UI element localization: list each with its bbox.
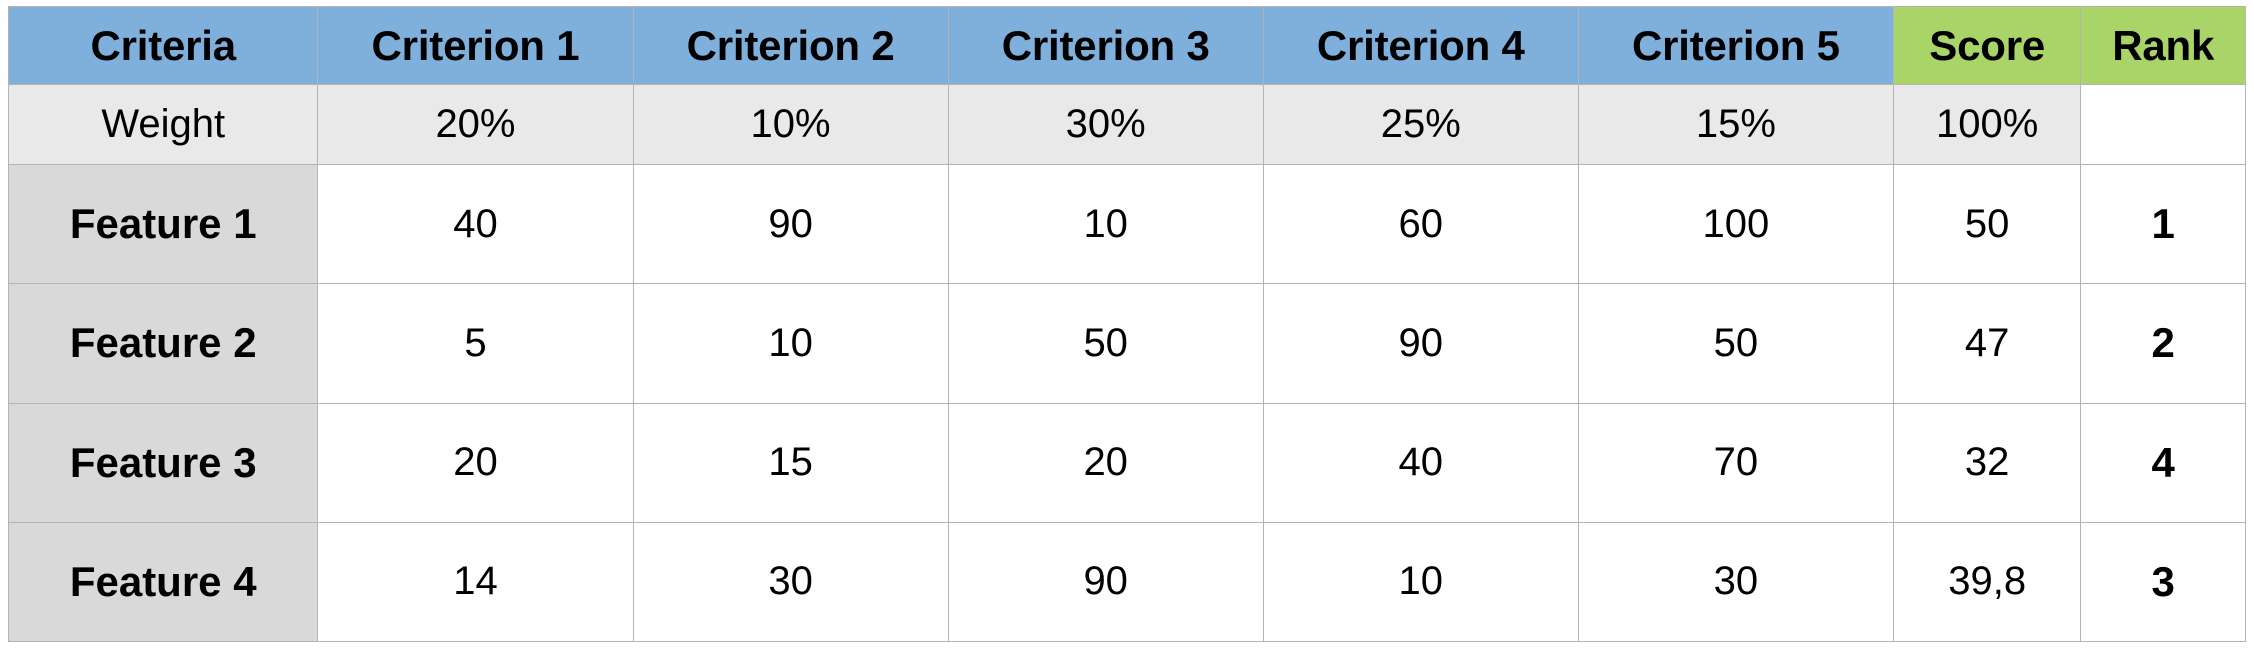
- cell-feature-2-criterion-3[interactable]: 50: [947, 283, 1264, 404]
- table-body: Weight 20% 10% 30% 25% 15% 100% Feature …: [7, 83, 2246, 643]
- weight-rank-empty: [2080, 83, 2246, 166]
- cell-feature-3-rank[interactable]: 4: [2080, 402, 2246, 523]
- cell-feature-1-criterion-1[interactable]: 40: [317, 164, 634, 285]
- row-label-feature-1: Feature 1: [7, 164, 319, 285]
- weight-criterion-5[interactable]: 15%: [1577, 83, 1894, 166]
- cell-feature-4-criterion-5[interactable]: 30: [1577, 521, 1894, 643]
- cell-feature-4-criterion-2[interactable]: 30: [632, 521, 949, 643]
- row-label-feature-2: Feature 2: [7, 283, 319, 404]
- column-header-criterion-3[interactable]: Criterion 3: [947, 6, 1264, 85]
- cell-feature-1-score[interactable]: 50: [1892, 164, 2082, 285]
- cell-feature-3-criterion-4[interactable]: 40: [1262, 402, 1579, 523]
- weight-criterion-3[interactable]: 30%: [947, 83, 1264, 166]
- cell-feature-4-rank[interactable]: 3: [2080, 521, 2246, 643]
- table-container: Criteria Criterion 1 Criterion 2 Criteri…: [0, 0, 2254, 650]
- column-header-criterion-5[interactable]: Criterion 5: [1577, 6, 1894, 85]
- cell-feature-3-criterion-2[interactable]: 15: [632, 402, 949, 523]
- weight-row-label: Weight: [7, 83, 319, 166]
- weight-row: Weight 20% 10% 30% 25% 15% 100%: [7, 83, 2246, 166]
- cell-feature-3-criterion-1[interactable]: 20: [317, 402, 634, 523]
- column-header-score[interactable]: Score: [1892, 6, 2082, 85]
- cell-feature-2-criterion-5[interactable]: 50: [1577, 283, 1894, 404]
- cell-feature-4-score[interactable]: 39,8: [1892, 521, 2082, 643]
- table-row: Feature 1 40 90 10 60 100 50 1: [7, 164, 2246, 285]
- cell-feature-1-rank[interactable]: 1: [2080, 164, 2246, 285]
- cell-feature-3-score[interactable]: 32: [1892, 402, 2082, 523]
- cell-feature-3-criterion-5[interactable]: 70: [1577, 402, 1894, 523]
- cell-feature-4-criterion-4[interactable]: 10: [1262, 521, 1579, 643]
- weight-total[interactable]: 100%: [1892, 83, 2082, 166]
- scoring-table: Criteria Criterion 1 Criterion 2 Criteri…: [7, 6, 2246, 643]
- cell-feature-2-score[interactable]: 47: [1892, 283, 2082, 404]
- weight-criterion-4[interactable]: 25%: [1262, 83, 1579, 166]
- row-label-feature-3: Feature 3: [7, 402, 319, 523]
- column-header-criterion-2[interactable]: Criterion 2: [632, 6, 949, 85]
- cell-feature-2-criterion-1[interactable]: 5: [317, 283, 634, 404]
- column-header-rank[interactable]: Rank: [2080, 6, 2246, 85]
- table-row: Feature 2 5 10 50 90 50 47 2: [7, 283, 2246, 404]
- column-header-criterion-1[interactable]: Criterion 1: [317, 6, 634, 85]
- cell-feature-1-criterion-4[interactable]: 60: [1262, 164, 1579, 285]
- column-header-criteria[interactable]: Criteria: [7, 6, 319, 85]
- cell-feature-3-criterion-3[interactable]: 20: [947, 402, 1264, 523]
- cell-feature-2-criterion-4[interactable]: 90: [1262, 283, 1579, 404]
- table-row: Feature 4 14 30 90 10 30 39,8 3: [7, 521, 2246, 643]
- header-row: Criteria Criterion 1 Criterion 2 Criteri…: [7, 6, 2246, 85]
- row-label-feature-4: Feature 4: [7, 521, 319, 643]
- cell-feature-1-criterion-2[interactable]: 90: [632, 164, 949, 285]
- cell-feature-4-criterion-1[interactable]: 14: [317, 521, 634, 643]
- table-header: Criteria Criterion 1 Criterion 2 Criteri…: [7, 6, 2246, 85]
- table-row: Feature 3 20 15 20 40 70 32 4: [7, 402, 2246, 523]
- column-header-criterion-4[interactable]: Criterion 4: [1262, 6, 1579, 85]
- weight-criterion-1[interactable]: 20%: [317, 83, 634, 166]
- cell-feature-4-criterion-3[interactable]: 90: [947, 521, 1264, 643]
- cell-feature-1-criterion-5[interactable]: 100: [1577, 164, 1894, 285]
- cell-feature-2-criterion-2[interactable]: 10: [632, 283, 949, 404]
- cell-feature-2-rank[interactable]: 2: [2080, 283, 2246, 404]
- cell-feature-1-criterion-3[interactable]: 10: [947, 164, 1264, 285]
- weight-criterion-2[interactable]: 10%: [632, 83, 949, 166]
